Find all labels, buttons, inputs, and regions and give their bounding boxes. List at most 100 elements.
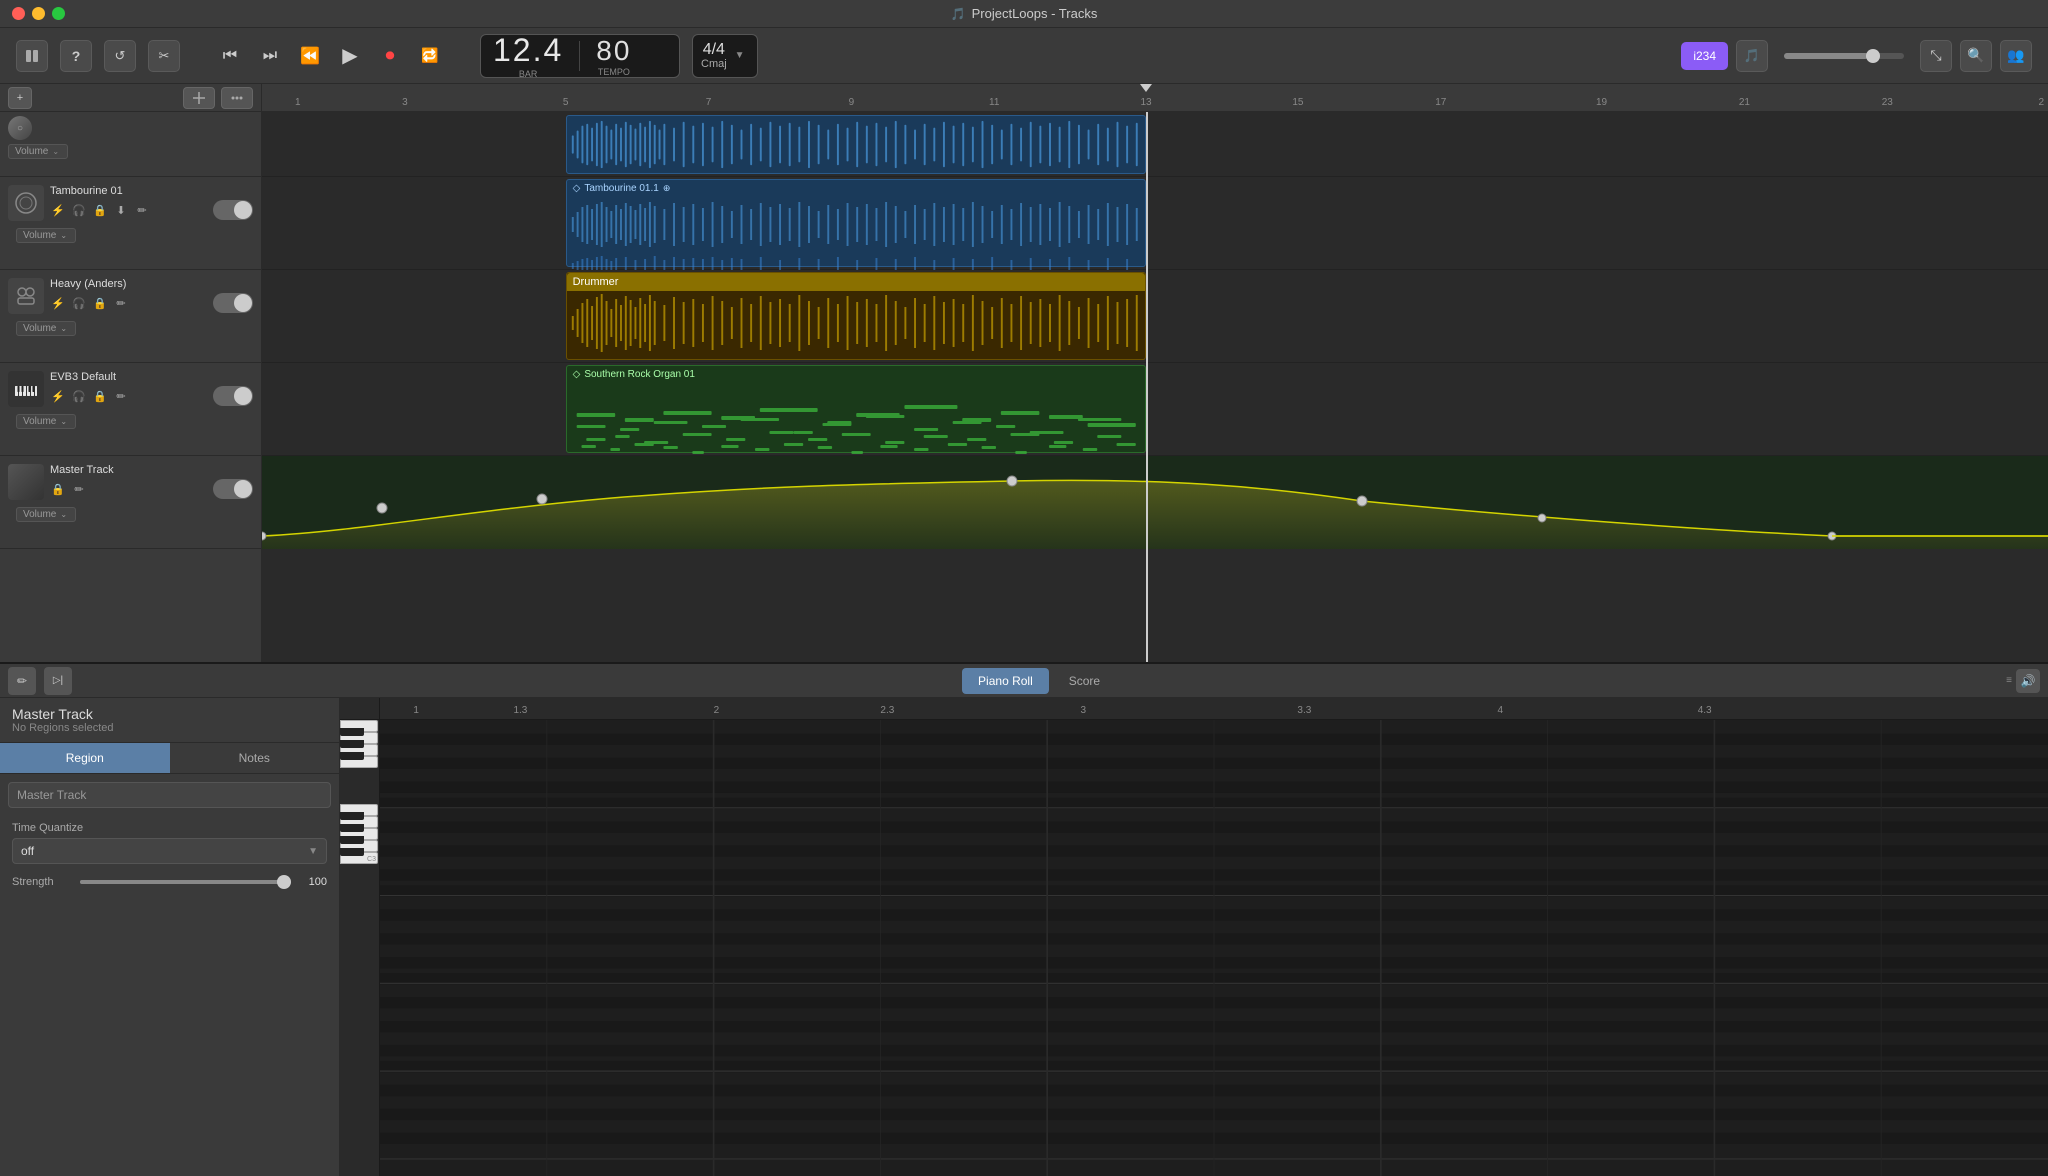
tambourine-lock-icon[interactable]: 🔒 — [92, 202, 108, 218]
heavy-edit-icon[interactable]: ✏ — [113, 295, 129, 311]
tambourine-headphone-icon[interactable]: 🎧 — [71, 202, 87, 218]
organ-region[interactable]: ◇ Southern Rock Organ 01 — [566, 365, 1146, 453]
score-tab[interactable]: Score — [1053, 668, 1116, 694]
evb3-edit-icon[interactable]: ✏ — [113, 388, 129, 404]
add-track-button[interactable]: + — [8, 87, 32, 109]
tambourine-volume-btn[interactable]: Volume ⌄ — [16, 228, 76, 243]
fast-forward-button[interactable]: ⏭ — [252, 39, 288, 73]
close-button[interactable] — [12, 7, 25, 20]
drummer-region[interactable]: Drummer — [566, 272, 1146, 360]
undo-button[interactable]: ↺ — [104, 40, 136, 72]
transport-controls: ⏮ ⏭ ⏪ ▶ ⏺ 🔁 — [212, 39, 448, 73]
heavy-volume-btn[interactable]: Volume ⌄ — [16, 321, 76, 336]
pr-quantize-button[interactable]: ▷| — [44, 667, 72, 695]
pr-time-quantize-select[interactable]: off ▼ — [12, 838, 327, 864]
volume-track-avatar: ○ — [8, 116, 32, 140]
organ-region-title: ◇ Southern Rock Organ 01 — [567, 366, 1145, 383]
pr-strength-knob[interactable] — [277, 875, 291, 889]
piano-roll-left-panel: Master Track No Regions selected Region … — [0, 698, 340, 1176]
heavy-mute-toggle[interactable] — [213, 293, 253, 313]
evb3-midi-icon[interactable]: ⚡ — [50, 388, 66, 404]
key-bb5[interactable] — [340, 728, 364, 736]
heavy-lock-icon[interactable]: 🔒 — [92, 295, 108, 311]
pr-volume-button[interactable]: 🔊 — [2016, 669, 2040, 693]
pr-track-info: Master Track No Regions selected — [0, 698, 339, 743]
pr-strength-value: 100 — [299, 876, 327, 888]
evb3-region-row[interactable]: ◇ Southern Rock Organ 01 — [262, 363, 2048, 456]
smart-control-button[interactable]: i234 — [1681, 42, 1728, 70]
pr-time-quantize-param: Time Quantize off ▼ — [0, 816, 339, 870]
key-a3[interactable] — [340, 848, 364, 856]
minimize-button[interactable] — [32, 7, 45, 20]
master-controls: 🔒 ✏ — [50, 479, 253, 499]
track-regions-area[interactable]: 1 3 5 7 9 11 13 15 17 19 21 23 2 — [262, 84, 2048, 662]
rewind-button[interactable]: ⏮ — [212, 39, 248, 73]
evb3-lock-icon[interactable]: 🔒 — [92, 388, 108, 404]
key-b3[interactable] — [340, 836, 364, 844]
pr-strength-control: Strength 100 — [0, 870, 339, 894]
notes-tab-button[interactable]: Notes — [170, 743, 340, 773]
library-button[interactable] — [16, 40, 48, 72]
go-to-start-button[interactable]: ⏪ — [292, 39, 328, 73]
pr-right-controls: ≡ 🔊 — [2006, 669, 2040, 693]
master-volume-knob[interactable] — [1866, 49, 1880, 63]
tambourine-mute-toggle[interactable] — [213, 200, 253, 220]
cut-button[interactable]: ✂ — [148, 40, 180, 72]
top-audio-region[interactable] — [566, 115, 1146, 174]
tambourine-region-title: ◇ Tambourine 01.1 ⊕ — [567, 180, 1145, 197]
evb3-volume-btn[interactable]: Volume ⌄ — [16, 414, 76, 429]
cycle-button[interactable]: 🔁 — [412, 39, 448, 73]
traffic-lights — [12, 7, 65, 20]
expand-button[interactable]: ⤡ — [1920, 40, 1952, 72]
pr-select-arrow-icon: ▼ — [308, 846, 318, 857]
track-options-button[interactable] — [221, 87, 253, 109]
master-lock-icon[interactable]: 🔒 — [50, 481, 66, 497]
heavy-midi-icon[interactable]: ⚡ — [50, 295, 66, 311]
tambourine-midi-icon[interactable]: ⚡ — [50, 202, 66, 218]
master-track-name: Master Track — [50, 464, 253, 476]
users-button[interactable]: 👥 — [2000, 40, 2032, 72]
master-volume-slider[interactable] — [1784, 53, 1904, 59]
maximize-button[interactable] — [52, 7, 65, 20]
master-automation-row[interactable] — [262, 456, 2048, 549]
time-sig-value: 4/4 Cmaj — [701, 41, 727, 71]
key-gb5[interactable] — [340, 752, 364, 760]
master-mute-toggle[interactable] — [213, 479, 253, 499]
time-sig-display[interactable]: 4/4 Cmaj ▼ — [692, 34, 758, 78]
master-edit-icon[interactable]: ✏ — [71, 481, 87, 497]
master-volume-fill — [1784, 53, 1868, 59]
pr-region-name-field[interactable]: Master Track — [8, 782, 331, 808]
piano-roll-grid[interactable]: 1 1.3 2 2.3 3 3.3 4 4.3 — [380, 698, 2048, 1176]
evb3-headphone-icon[interactable]: 🎧 — [71, 388, 87, 404]
piano-roll-tab[interactable]: Piano Roll — [962, 668, 1049, 694]
master-volume-btn[interactable]: Volume ⌄ — [16, 507, 76, 522]
heavy-region-row[interactable]: Drummer — [262, 270, 2048, 363]
volume-track-volume-btn[interactable]: Volume ⌄ — [8, 144, 68, 159]
play-button[interactable]: ▶ — [332, 39, 368, 73]
track-edit-button[interactable] — [183, 87, 215, 109]
evb3-avatar — [8, 371, 44, 407]
volume-automation-row[interactable] — [262, 112, 2048, 177]
search-button[interactable]: 🔍 — [1960, 40, 1992, 72]
tambourine-controls: ⚡ 🎧 🔒 ⬇ ✏ — [50, 200, 253, 220]
key-db4[interactable] — [340, 824, 364, 832]
heavy-headphone-icon[interactable]: 🎧 — [71, 295, 87, 311]
pr-strength-slider[interactable] — [80, 880, 291, 884]
tuner-button[interactable]: 🎵 — [1736, 40, 1768, 72]
pr-piano-keys: C3 — [340, 698, 380, 1176]
tambourine-region[interactable]: ◇ Tambourine 01.1 ⊕ — [566, 179, 1146, 267]
tambourine-down-icon[interactable]: ⬇ — [113, 202, 129, 218]
tambourine-region-row[interactable]: ◇ Tambourine 01.1 ⊕ — [262, 177, 2048, 270]
heavy-avatar — [8, 278, 44, 314]
key-ab5[interactable] — [340, 740, 364, 748]
piano-roll-toolbar: ✏ ▷| Piano Roll Score ≡ 🔊 — [0, 664, 2048, 698]
drummer-region-title: Drummer — [567, 273, 1145, 291]
region-tab-button[interactable]: Region — [0, 743, 170, 773]
evb3-mute-toggle[interactable] — [213, 386, 253, 406]
position-display[interactable]: 12.4 BAR 80 TEMPO — [480, 34, 680, 78]
pr-collapse-button[interactable]: ✏ — [8, 667, 36, 695]
key-eb4[interactable] — [340, 812, 364, 820]
help-button[interactable]: ? — [60, 40, 92, 72]
tambourine-edit-icon[interactable]: ✏ — [134, 202, 150, 218]
record-button[interactable]: ⏺ — [372, 39, 408, 73]
